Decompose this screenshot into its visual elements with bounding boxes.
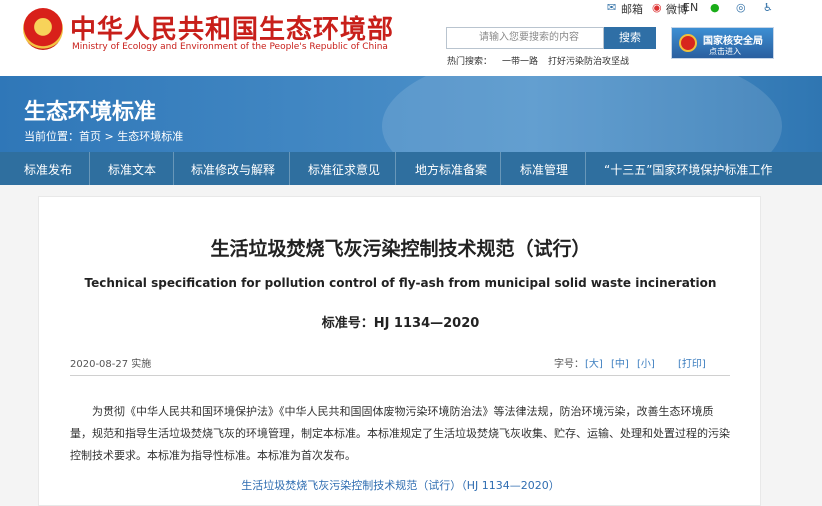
- site-title[interactable]: 中华人民共和国生态环境部: [70, 9, 394, 46]
- nav-separator: [500, 152, 501, 185]
- breadcrumb-home[interactable]: 首页: [79, 130, 101, 143]
- hot-search: 热门搜索： 一带一路 打好污染防治攻坚战: [447, 54, 639, 67]
- english-link[interactable]: EN: [683, 1, 698, 14]
- nnsa-logo-icon: [679, 34, 697, 52]
- nav-standard-revision[interactable]: 标准修改与解释: [191, 161, 275, 179]
- wechat-icon[interactable]: ●: [710, 1, 720, 14]
- print-button[interactable]: [打印]: [678, 355, 706, 370]
- weibo-icon[interactable]: ◉: [652, 1, 662, 14]
- article-body: 为贯彻《中华人民共和国环境保护法》《中华人民共和国固体废物污染环境防治法》等法律…: [70, 401, 730, 467]
- nnsa-link-button[interactable]: 国家核安全局 点击进入: [671, 27, 774, 59]
- weibo-share-icon[interactable]: ◎: [736, 1, 746, 14]
- hot-search-pollution-control[interactable]: 打好污染防治攻坚战: [548, 57, 629, 67]
- nav-13th-five-year-plan[interactable]: “十三五”国家环境保护标准工作: [604, 161, 772, 179]
- national-emblem-icon: [23, 8, 63, 50]
- implementation-date: 2020-08-27 实施: [70, 359, 152, 370]
- hot-search-belt-road[interactable]: 一带一路: [502, 57, 538, 67]
- breadcrumb-current[interactable]: 生态环境标准: [117, 130, 183, 143]
- font-large-button[interactable]: [大]: [585, 355, 603, 370]
- nav-separator: [395, 152, 396, 185]
- nnsa-title: 国家核安全局: [703, 36, 763, 47]
- nav-standard-release[interactable]: 标准发布: [24, 161, 72, 179]
- article-paragraph: 为贯彻《中华人民共和国环境保护法》《中华人民共和国固体废物污染环境防治法》等法律…: [70, 405, 730, 462]
- breadcrumb-separator: >: [104, 130, 114, 143]
- envelope-icon[interactable]: ✉: [607, 1, 616, 14]
- nav-standard-text[interactable]: 标准文本: [108, 161, 156, 179]
- site-header: 中华人民共和国生态环境部 Ministry of Ecology and Env…: [0, 0, 822, 76]
- search-input[interactable]: 请输入您要搜索的内容: [446, 27, 604, 49]
- standard-number: 标准号：HJ 1134—2020: [321, 316, 480, 331]
- breadcrumb: 当前位置：首页 > 生态环境标准: [24, 128, 183, 144]
- page-banner: 生态环境标准 当前位置：首页 > 生态环境标准: [0, 76, 822, 152]
- nav-separator: [289, 152, 290, 185]
- site-english-title: Ministry of Ecology and Environment of t…: [72, 42, 388, 52]
- nav-separator: [173, 152, 174, 185]
- accessibility-icon[interactable]: ♿: [763, 1, 773, 14]
- article-english-title: Technical specification for pollution co…: [84, 276, 717, 290]
- search-button[interactable]: 搜索: [604, 27, 656, 49]
- content-divider: [70, 375, 730, 376]
- nav-separator: [585, 152, 586, 185]
- font-medium-button[interactable]: [中]: [611, 355, 629, 370]
- font-small-button[interactable]: [小]: [637, 355, 655, 370]
- nav-separator: [89, 152, 90, 185]
- standard-download-link[interactable]: 生活垃圾焚烧飞灰污染控制技术规范（试行）（HJ 1134—2020）: [39, 477, 762, 493]
- article-card: 生活垃圾焚烧飞灰污染控制技术规范（试行） Technical specifica…: [38, 196, 761, 506]
- article-title: 生活垃圾焚烧飞灰污染控制技术规范（试行）: [210, 238, 591, 260]
- email-link[interactable]: 邮箱: [621, 1, 643, 17]
- nnsa-enter: 点击进入: [709, 47, 741, 56]
- nav-standard-management[interactable]: 标准管理: [520, 161, 568, 179]
- font-size-label: 字号：: [554, 359, 584, 370]
- banner-title: 生态环境标准: [24, 100, 157, 125]
- breadcrumb-label: 当前位置：: [24, 130, 79, 143]
- nav-standard-comments[interactable]: 标准征求意见: [308, 161, 380, 179]
- main-navigation: 标准发布 标准文本 标准修改与解释 标准征求意见 地方标准备案 标准管理 “十三…: [0, 152, 822, 185]
- hot-search-label: 热门搜索：: [447, 57, 493, 67]
- nav-local-standard-filing[interactable]: 地方标准备案: [415, 161, 487, 179]
